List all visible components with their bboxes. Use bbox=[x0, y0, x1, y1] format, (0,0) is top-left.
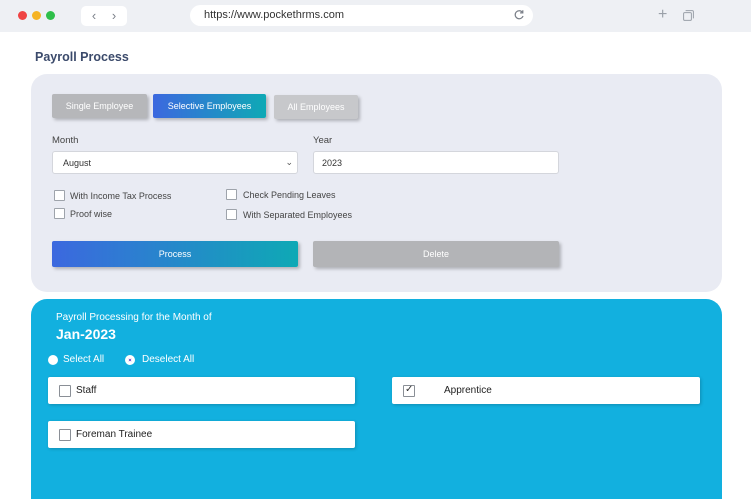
minimize-window-dot[interactable] bbox=[32, 11, 41, 20]
page-title: Payroll Process bbox=[35, 50, 129, 64]
payroll-form-card: Single Employee Selective Employees All … bbox=[31, 74, 722, 292]
apprentice-checkbox[interactable] bbox=[403, 384, 415, 397]
selective-employees-button[interactable]: Selective Employees bbox=[153, 94, 266, 118]
select-all-radio[interactable] bbox=[48, 355, 58, 365]
month-select[interactable]: August ⌄ bbox=[52, 151, 298, 174]
deselect-all-label: Deselect All bbox=[142, 354, 195, 365]
payroll-processing-panel: Payroll Processing for the Month of Jan-… bbox=[31, 299, 722, 499]
close-window-dot[interactable] bbox=[18, 11, 27, 20]
new-tab-icon[interactable]: + bbox=[658, 6, 667, 24]
pending-leaves-label: Check Pending Leaves bbox=[243, 190, 336, 200]
chevron-down-icon: ⌄ bbox=[285, 157, 293, 167]
deselect-all-radio[interactable] bbox=[125, 355, 135, 365]
staff-checkbox[interactable] bbox=[59, 385, 71, 397]
pending-leaves-checkbox[interactable] bbox=[226, 189, 237, 200]
tabs-overview-icon[interactable] bbox=[683, 10, 694, 21]
url-text: https://www.pockethrms.com bbox=[204, 9, 344, 21]
month-value: August bbox=[63, 158, 92, 168]
category-staff[interactable]: Staff bbox=[48, 377, 355, 404]
separated-employees-label: With Separated Employees bbox=[243, 210, 353, 220]
select-all-label: Select All bbox=[63, 354, 105, 365]
address-bar[interactable]: https://www.pockethrms.com bbox=[190, 5, 533, 26]
panel-subtitle: Payroll Processing for the Month of bbox=[56, 312, 212, 323]
all-employees-button[interactable]: All Employees bbox=[274, 95, 358, 119]
nav-buttons: ‹ › bbox=[81, 6, 127, 26]
back-arrow-icon[interactable]: ‹ bbox=[87, 9, 101, 23]
foreman-trainee-checkbox[interactable] bbox=[59, 429, 71, 441]
staff-label: Staff bbox=[76, 385, 97, 396]
apprentice-label: Apprentice bbox=[444, 385, 492, 396]
income-tax-checkbox[interactable] bbox=[54, 190, 65, 201]
proof-wise-checkbox[interactable] bbox=[54, 208, 65, 219]
maximize-window-dot[interactable] bbox=[46, 11, 55, 20]
proof-wise-label: Proof wise bbox=[70, 209, 113, 219]
browser-chrome: ‹ › https://www.pockethrms.com + bbox=[0, 0, 751, 32]
panel-month: Jan-2023 bbox=[56, 326, 116, 342]
single-employee-button[interactable]: Single Employee bbox=[52, 94, 147, 118]
process-button[interactable]: Process bbox=[52, 241, 298, 267]
income-tax-label: With Income Tax Process bbox=[70, 191, 172, 201]
year-label: Year bbox=[313, 135, 333, 146]
category-foreman-trainee[interactable]: Foreman Trainee bbox=[48, 421, 355, 448]
foreman-trainee-label: Foreman Trainee bbox=[76, 429, 153, 440]
separated-employees-checkbox[interactable] bbox=[226, 209, 237, 220]
forward-arrow-icon[interactable]: › bbox=[107, 9, 121, 23]
reload-icon[interactable] bbox=[513, 9, 525, 21]
delete-button[interactable]: Delete bbox=[313, 241, 559, 267]
category-apprentice[interactable]: Apprentice bbox=[392, 377, 700, 404]
year-input[interactable] bbox=[313, 151, 559, 174]
month-label: Month bbox=[52, 135, 79, 146]
